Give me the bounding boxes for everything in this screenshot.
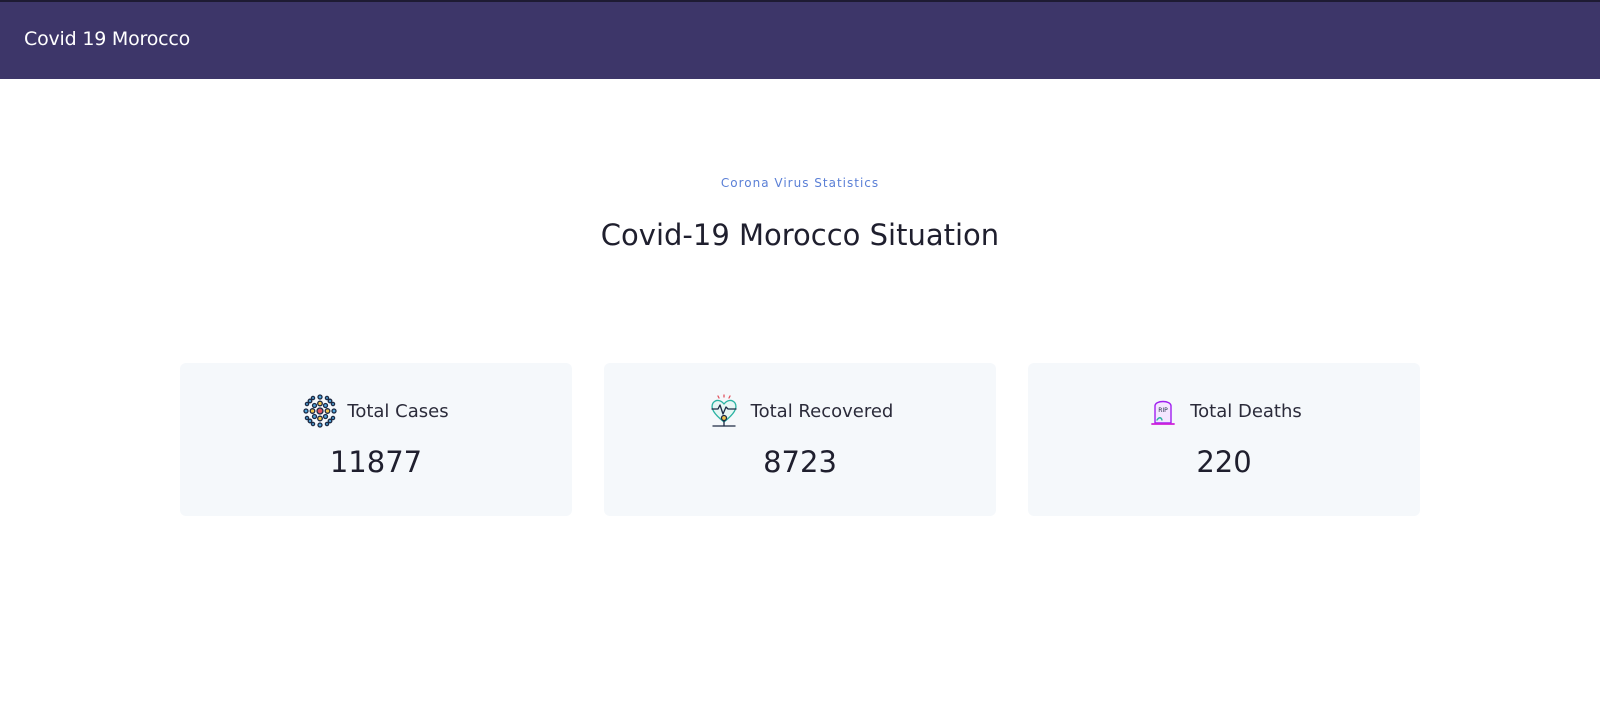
- brand-link[interactable]: Covid 19 Morocco: [24, 28, 190, 50]
- section-subtitle: Corona Virus Statistics: [720, 176, 880, 190]
- virus-icon: [303, 394, 338, 428]
- card-value: 8723: [763, 445, 837, 479]
- stat-card-total-deaths: RIP Total Deaths 220: [1028, 363, 1420, 516]
- stat-card-total-recovered: Total Recovered 8723: [604, 363, 996, 516]
- svg-text:RIP: RIP: [1158, 407, 1168, 414]
- card-value: 11877: [329, 445, 423, 479]
- card-header: RIP Total Deaths: [1028, 394, 1420, 428]
- card-label: Total Cases: [347, 400, 449, 422]
- card-header: Total Cases: [180, 394, 572, 428]
- card-header: Total Recovered: [604, 394, 996, 428]
- card-label: Total Deaths: [1190, 400, 1302, 422]
- heart-pulse-icon: [707, 394, 741, 428]
- stat-card-total-cases: Total Cases 11877: [180, 363, 572, 516]
- navbar: Covid 19 Morocco: [0, 0, 1600, 79]
- page-title: Covid-19 Morocco Situation: [600, 218, 1000, 252]
- card-label: Total Recovered: [750, 400, 894, 422]
- tombstone-rip-icon: RIP: [1146, 394, 1180, 428]
- card-value: 220: [1196, 445, 1252, 479]
